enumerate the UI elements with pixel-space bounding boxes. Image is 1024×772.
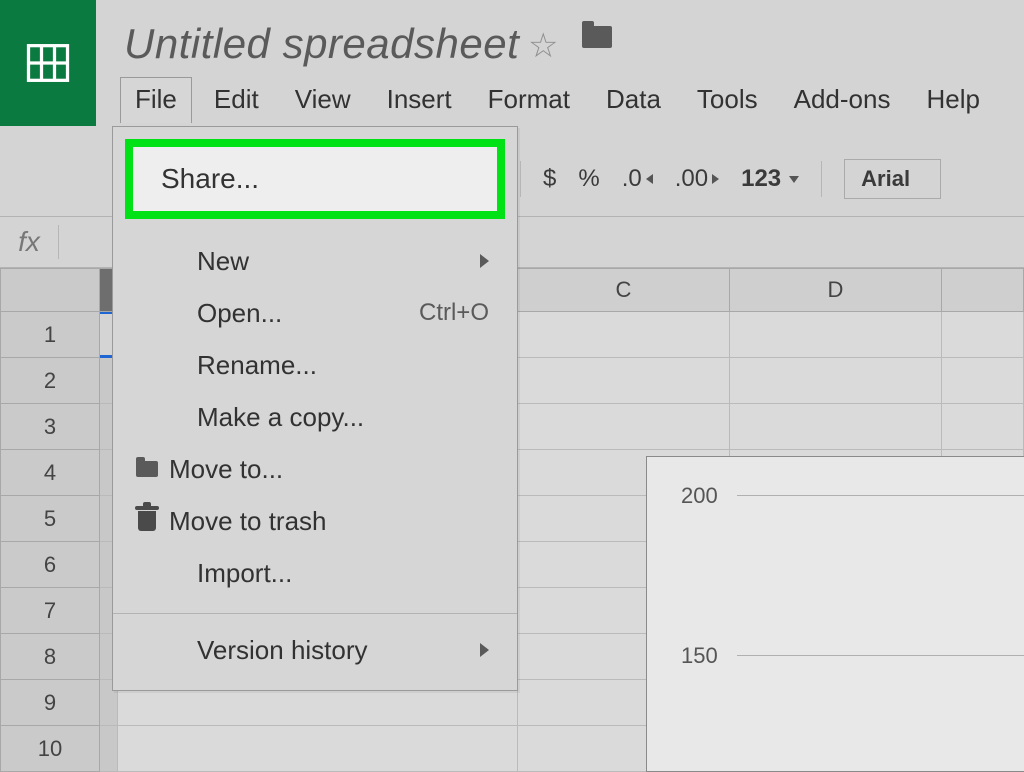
fx-label: fx <box>0 226 58 258</box>
cell-C2[interactable] <box>518 358 730 404</box>
menu-item-version-history[interactable]: Version history <box>113 624 517 676</box>
menu-format[interactable]: Format <box>474 78 584 123</box>
toolbar: $ % .0 .00 123 Arial <box>520 150 1024 208</box>
cell-C3[interactable] <box>518 404 730 450</box>
menu-item-label: Move to... <box>169 454 283 485</box>
caret-down-icon <box>789 176 799 183</box>
row-header[interactable]: 9 <box>0 680 100 726</box>
fx-divider <box>58 225 59 259</box>
arrow-right-icon <box>712 174 719 184</box>
menu-data[interactable]: Data <box>592 78 675 123</box>
cell-D1[interactable] <box>730 312 942 358</box>
folder-icon <box>136 461 158 477</box>
menu-item-label: Open... <box>197 298 282 329</box>
star-icon[interactable]: ☆ <box>528 26 558 66</box>
cell-E1[interactable] <box>942 312 1024 358</box>
menu-item-label: Import... <box>197 558 292 589</box>
menu-item-label: Version history <box>197 635 368 666</box>
menu-shortcut: Ctrl+O <box>419 299 489 327</box>
decrease-decimal-button[interactable]: .0 <box>622 165 653 193</box>
menu-item-move-to-trash[interactable]: Move to trash <box>113 495 517 547</box>
submenu-arrow-icon <box>480 254 489 268</box>
arrow-left-icon <box>646 174 653 184</box>
menu-item-label: Make a copy... <box>197 402 364 433</box>
menu-item-new[interactable]: New <box>113 235 517 287</box>
row-header[interactable]: 6 <box>0 542 100 588</box>
chart-ytick: 150 <box>681 643 718 669</box>
cell-C1[interactable] <box>518 312 730 358</box>
sheets-icon <box>22 37 74 89</box>
file-menu-dropdown: Share... New Open... Ctrl+O Rename... Ma… <box>112 126 518 691</box>
app-logo[interactable] <box>0 0 96 126</box>
menubar: File Edit View Insert Format Data Tools … <box>120 76 1024 124</box>
cell-D3[interactable] <box>730 404 942 450</box>
toolbar-separator <box>821 161 822 197</box>
menu-item-move-to[interactable]: Move to... <box>113 443 517 495</box>
menu-help[interactable]: Help <box>912 78 993 123</box>
chart-gridline <box>737 495 1024 496</box>
menu-item-make-copy[interactable]: Make a copy... <box>113 391 517 443</box>
format-currency-button[interactable]: $ <box>543 165 556 193</box>
increase-decimal-button[interactable]: .00 <box>675 165 719 193</box>
menu-item-rename[interactable]: Rename... <box>113 339 517 391</box>
column-header-E[interactable] <box>942 268 1024 312</box>
column-header-D[interactable]: D <box>730 268 942 312</box>
menu-item-label: Share... <box>161 163 259 194</box>
menu-insert[interactable]: Insert <box>373 78 466 123</box>
row-header[interactable]: 8 <box>0 634 100 680</box>
cell-B10[interactable] <box>118 726 518 772</box>
menu-separator <box>113 613 517 614</box>
toolbar-separator <box>520 161 521 197</box>
menu-view[interactable]: View <box>281 78 365 123</box>
row-header[interactable]: 10 <box>0 726 100 772</box>
chart-ytick: 200 <box>681 483 718 509</box>
row-header[interactable]: 4 <box>0 450 100 496</box>
menu-edit[interactable]: Edit <box>200 78 273 123</box>
more-formats-button[interactable]: 123 <box>741 165 799 193</box>
doc-title[interactable]: Untitled spreadsheet <box>124 20 519 68</box>
menu-item-share[interactable]: Share... <box>125 139 505 219</box>
cell-D2[interactable] <box>730 358 942 404</box>
row-header[interactable]: 1 <box>0 312 100 358</box>
menu-item-label: Rename... <box>197 350 317 381</box>
chart-gridline <box>737 655 1024 656</box>
menu-addons[interactable]: Add-ons <box>780 78 905 123</box>
format-percent-button[interactable]: % <box>578 165 599 193</box>
menu-item-import[interactable]: Import... <box>113 547 517 599</box>
cell-A10[interactable] <box>100 726 118 772</box>
column-header-C[interactable]: C <box>518 268 730 312</box>
menu-tools[interactable]: Tools <box>683 78 772 123</box>
menu-file[interactable]: File <box>120 77 192 123</box>
select-all-corner[interactable] <box>0 268 100 312</box>
menu-item-open[interactable]: Open... Ctrl+O <box>113 287 517 339</box>
row-header[interactable]: 2 <box>0 358 100 404</box>
font-family-select[interactable]: Arial <box>844 159 941 199</box>
trash-icon <box>138 511 156 531</box>
menu-item-label: New <box>197 246 249 277</box>
row-header[interactable]: 5 <box>0 496 100 542</box>
embedded-chart[interactable]: 200 150 <box>646 456 1024 772</box>
row-header[interactable]: 3 <box>0 404 100 450</box>
move-folder-icon[interactable] <box>582 26 612 48</box>
cell-E3[interactable] <box>942 404 1024 450</box>
menu-item-label: Move to trash <box>169 506 327 537</box>
cell-E2[interactable] <box>942 358 1024 404</box>
row-header[interactable]: 7 <box>0 588 100 634</box>
submenu-arrow-icon <box>480 643 489 657</box>
